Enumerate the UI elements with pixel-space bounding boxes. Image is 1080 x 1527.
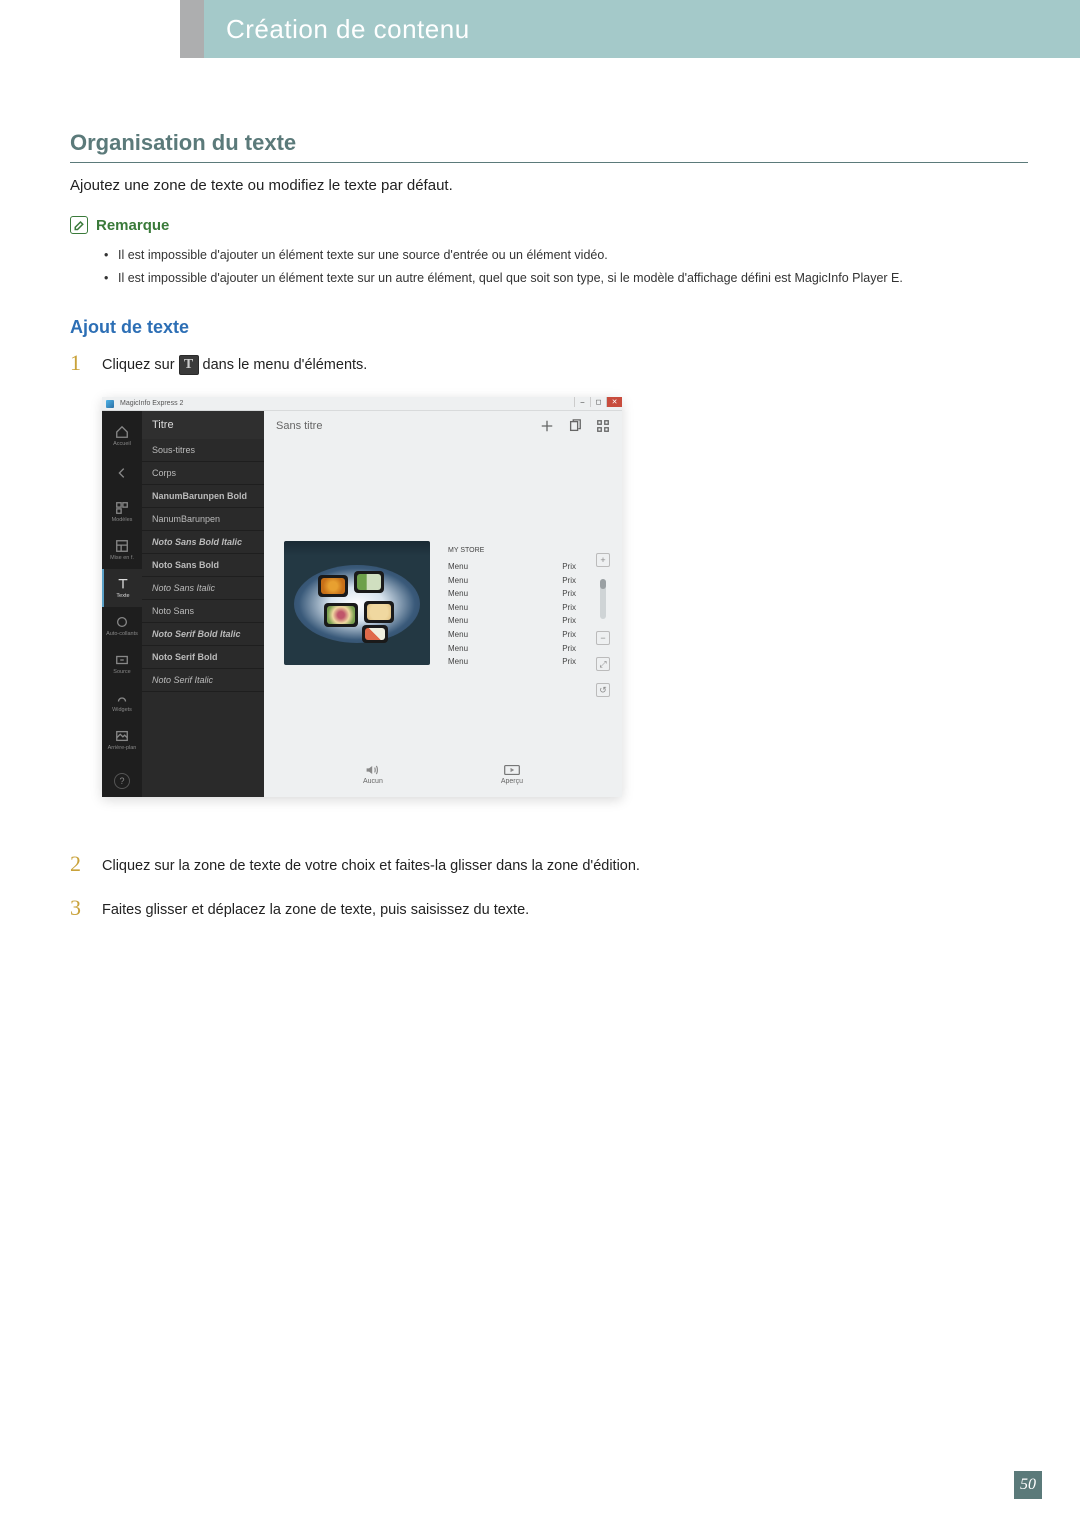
- step-number: 3: [70, 897, 86, 919]
- zoom-out-icon[interactable]: −: [596, 631, 610, 645]
- subsection-heading: Ajout de texte: [70, 317, 1028, 338]
- price-row: MenuPrix: [448, 587, 576, 601]
- note-list: Il est impossible d'ajouter un élément t…: [70, 244, 1028, 289]
- font-panel-head: Titre: [142, 411, 264, 439]
- add-icon[interactable]: [540, 419, 554, 433]
- font-item[interactable]: Noto Serif Italic: [142, 669, 264, 692]
- window-close-icon[interactable]: ✕: [606, 397, 622, 407]
- pencil-note-icon: [70, 216, 88, 234]
- font-item[interactable]: Noto Sans Bold Italic: [142, 531, 264, 554]
- chapter-header: Création de contenu: [204, 0, 1080, 58]
- section-heading: Organisation du texte: [70, 130, 1028, 163]
- font-panel: Titre Sous-titres Corps NanumBarunpen Bo…: [142, 411, 264, 797]
- tool-rail: Accueil Modèles Mise en f.: [102, 411, 142, 797]
- hero-image: [284, 541, 430, 665]
- price-row: MenuPrix: [448, 614, 576, 628]
- step-number: 2: [70, 853, 86, 875]
- step-text: Cliquez sur T dans le menu d'éléments.: [102, 352, 367, 375]
- store-header: MY STORE: [448, 547, 576, 554]
- window-titlebar: MagicInfo Express 2 – ◻ ✕: [102, 397, 622, 411]
- font-item[interactable]: Noto Serif Bold Italic: [142, 623, 264, 646]
- grid-icon[interactable]: [596, 419, 610, 433]
- note-item: Il est impossible d'ajouter un élément t…: [104, 244, 1028, 267]
- price-row: MenuPrix: [448, 574, 576, 588]
- price-list: MY STORE MenuPrixMenuPrixMenuPrixMenuPri…: [448, 547, 576, 669]
- rail-back[interactable]: [102, 455, 142, 493]
- price-row: MenuPrix: [448, 655, 576, 669]
- rail-text[interactable]: Texte: [102, 569, 142, 607]
- rail-source[interactable]: Source: [102, 645, 142, 683]
- copy-icon[interactable]: [568, 419, 582, 433]
- font-item[interactable]: NanumBarunpen Bold: [142, 485, 264, 508]
- font-item[interactable]: Corps: [142, 462, 264, 485]
- price-row: MenuPrix: [448, 601, 576, 615]
- rail-background[interactable]: Arrière-plan: [102, 721, 142, 759]
- step-text: Faites glisser et déplacez la zone de te…: [102, 897, 529, 919]
- rail-layout[interactable]: Mise en f.: [102, 531, 142, 569]
- rail-templates[interactable]: Modèles: [102, 493, 142, 531]
- fit-icon[interactable]: ⤢: [596, 657, 610, 671]
- app-name: MagicInfo Express 2: [114, 400, 183, 407]
- app-screenshot: MagicInfo Express 2 – ◻ ✕ Accueil: [102, 397, 622, 797]
- step-number: 1: [70, 352, 86, 375]
- rail-help-icon[interactable]: ?: [114, 773, 130, 789]
- chapter-title: Création de contenu: [226, 14, 470, 45]
- price-row: MenuPrix: [448, 560, 576, 574]
- text-tool-icon: T: [179, 355, 199, 375]
- step-text: Cliquez sur la zone de texte de votre ch…: [102, 853, 640, 875]
- rail-stickers[interactable]: Auto-collants: [102, 607, 142, 645]
- sidebar-gutter: [180, 0, 204, 58]
- rail-home[interactable]: Accueil: [102, 417, 142, 455]
- preview-button[interactable]: Aperçu: [501, 764, 523, 785]
- window-maximize-icon[interactable]: ◻: [590, 397, 606, 407]
- font-item[interactable]: Noto Sans: [142, 600, 264, 623]
- font-item[interactable]: NanumBarunpen: [142, 508, 264, 531]
- section-intro: Ajoutez une zone de texte ou modifiez le…: [70, 177, 1028, 194]
- canvas-stage[interactable]: MY STORE MenuPrixMenuPrixMenuPrixMenuPri…: [264, 441, 622, 751]
- font-item[interactable]: Noto Sans Italic: [142, 577, 264, 600]
- price-row: MenuPrix: [448, 642, 576, 656]
- rail-widgets[interactable]: Widgets: [102, 683, 142, 721]
- font-item[interactable]: Noto Sans Bold: [142, 554, 264, 577]
- zoom-slider[interactable]: [600, 579, 606, 619]
- font-item[interactable]: Noto Serif Bold: [142, 646, 264, 669]
- app-logo-icon: [106, 400, 114, 408]
- canvas-side-tools: + − ⤢ ↺: [596, 553, 610, 697]
- document-title: Sans titre: [276, 420, 322, 432]
- price-row: MenuPrix: [448, 628, 576, 642]
- page-number: 50: [1014, 1471, 1042, 1499]
- canvas-area: Sans titre: [264, 411, 622, 797]
- font-item[interactable]: Sous-titres: [142, 439, 264, 462]
- note-item: Il est impossible d'ajouter un élément t…: [104, 267, 1028, 290]
- reset-icon[interactable]: ↺: [596, 683, 610, 697]
- audio-button[interactable]: Aucun: [363, 764, 383, 785]
- window-minimize-icon[interactable]: –: [574, 397, 590, 407]
- note-label: Remarque: [96, 217, 169, 234]
- zoom-in-icon[interactable]: +: [596, 553, 610, 567]
